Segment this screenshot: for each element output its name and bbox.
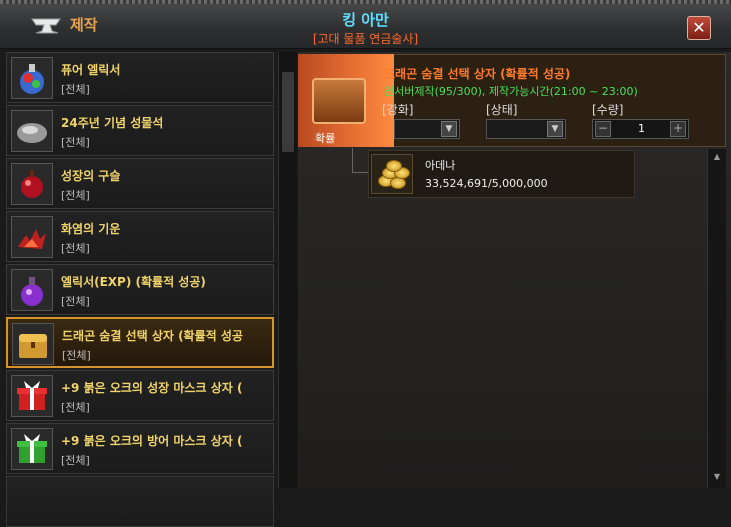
list-item[interactable]: 성장의 구슬 [전체] bbox=[6, 158, 274, 209]
material-count: 33,524,691/5,000,000 bbox=[425, 177, 548, 190]
item-category: [전체] bbox=[61, 136, 90, 149]
npc-subtitle: [고대 물품 연금술사] bbox=[312, 32, 419, 46]
dragon-chest-icon: 확률 bbox=[298, 54, 394, 147]
orb-icon bbox=[11, 163, 53, 205]
decrease-button[interactable]: − bbox=[595, 121, 611, 137]
item-name: +9 붉은 오크의 성장 마스크 상자 ( bbox=[61, 381, 243, 395]
list-scrollbar[interactable] bbox=[278, 52, 297, 488]
quantity-label: [수량] bbox=[592, 103, 624, 117]
list-item[interactable]: +9 붉은 오크의 방어 마스크 상자 ( [전체] bbox=[6, 423, 274, 474]
item-category: [전체] bbox=[61, 242, 90, 255]
item-category: [전체] bbox=[61, 401, 90, 414]
scroll-up-icon[interactable]: ▲ bbox=[711, 151, 723, 163]
flame-icon bbox=[11, 216, 53, 258]
list-item[interactable]: +9 붉은 오크의 성장 마스크 상자 ( [전체] bbox=[6, 370, 274, 421]
title-bar: 제작 킹 아만 [고대 물품 연금술사] ✕ bbox=[0, 0, 731, 49]
list-item[interactable]: 엘릭서(EXP) (확률적 성공) [전체] bbox=[6, 264, 274, 315]
list-item[interactable]: 24주년 기념 성물석 [전체] bbox=[6, 105, 274, 156]
item-name: +9 붉은 오크의 방어 마스크 상자 ( bbox=[61, 434, 243, 448]
status-select[interactable]: ▼ bbox=[486, 119, 566, 139]
stone-icon bbox=[11, 110, 53, 152]
item-name: 화염의 기운 bbox=[61, 222, 121, 236]
scrollbar-thumb[interactable] bbox=[282, 72, 294, 152]
detail-title: 드래곤 숨결 선택 상자 (확률적 성공) bbox=[384, 67, 571, 81]
elixir-icon bbox=[11, 57, 53, 99]
list-item-selected[interactable]: 드래곤 숨결 선택 상자 (확률적 성공 [전체] bbox=[6, 317, 274, 368]
item-category: [전체] bbox=[61, 189, 90, 202]
list-item[interactable]: 화염의 기운 [전체] bbox=[6, 211, 274, 262]
craft-info: 전서버제작(95/300), 제작가능시간(21:00 ~ 23:00) bbox=[384, 85, 638, 98]
probability-label: 확률 bbox=[315, 132, 336, 145]
chest-icon bbox=[12, 323, 54, 365]
item-name: 퓨어 엘릭서 bbox=[61, 63, 121, 77]
scroll-down-icon[interactable]: ▼ bbox=[711, 471, 723, 483]
item-category: [전체] bbox=[61, 295, 90, 308]
item-name: 엘릭서(EXP) (확률적 성공) bbox=[61, 275, 206, 289]
chest-graphic bbox=[312, 78, 366, 124]
item-category: [전체] bbox=[61, 454, 90, 467]
chevron-down-icon[interactable]: ▼ bbox=[547, 121, 563, 137]
list-item[interactable]: 퓨어 엘릭서 [전체] bbox=[6, 52, 274, 103]
material-name: 아데나 bbox=[425, 159, 456, 172]
close-button[interactable]: ✕ bbox=[687, 16, 711, 40]
item-category: [전체] bbox=[61, 83, 90, 96]
red-gift-box-icon bbox=[11, 375, 53, 417]
quantity-stepper[interactable]: − 1 + bbox=[592, 119, 689, 139]
title-decoration bbox=[0, 0, 731, 4]
item-name: 드래곤 숨결 선택 상자 (확률적 성공 bbox=[62, 329, 243, 343]
increase-button[interactable]: + bbox=[670, 121, 686, 137]
enchant-select[interactable]: ▼ bbox=[394, 119, 460, 139]
chevron-down-icon[interactable]: ▼ bbox=[441, 121, 457, 137]
detail-scrollbar[interactable]: ▲ ▼ bbox=[707, 149, 726, 488]
npc-name: 킹 아만 bbox=[342, 11, 389, 29]
potion-icon bbox=[11, 269, 53, 311]
item-category: [전체] bbox=[62, 349, 91, 362]
green-gift-box-icon bbox=[11, 428, 53, 470]
material-row: 아데나 33,524,691/5,000,000 bbox=[368, 150, 635, 198]
item-name: 24주년 기념 성물석 bbox=[61, 116, 164, 130]
status-label: [상태] bbox=[486, 103, 518, 117]
quantity-value[interactable]: 1 bbox=[613, 122, 670, 135]
tree-connector bbox=[352, 148, 369, 173]
enchant-label: [강화] bbox=[382, 103, 414, 117]
item-name: 성장의 구슬 bbox=[61, 169, 121, 183]
recipe-list: 퓨어 엘릭서 [전체] 24주년 기념 성물석 [전체] 성장의 구슬 [전체]… bbox=[6, 52, 276, 527]
adena-coins-icon bbox=[371, 154, 413, 194]
list-item[interactable] bbox=[6, 476, 274, 527]
